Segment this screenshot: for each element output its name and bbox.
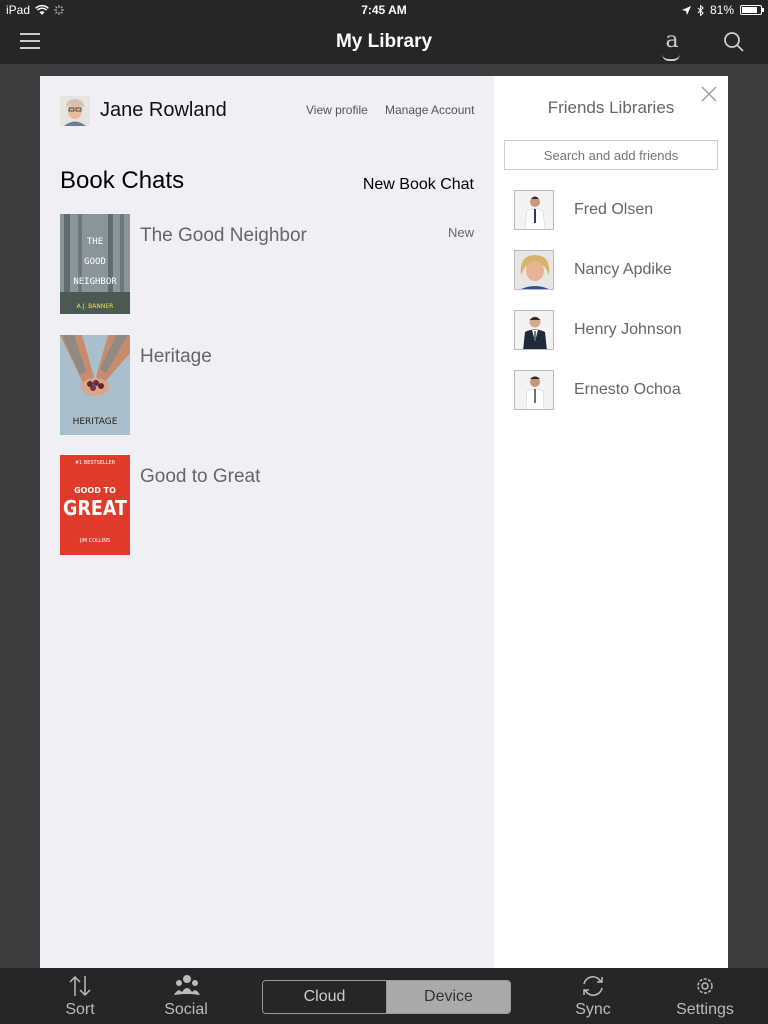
book-chat-title: Heritage xyxy=(140,346,212,367)
book-chat-title: The Good Neighbor xyxy=(140,225,307,246)
friend-name: Henry Johnson xyxy=(574,321,682,338)
people-icon xyxy=(174,975,200,995)
book-chat-item[interactable]: HERITAGE Heritage xyxy=(60,335,494,435)
friends-panel: Friends Libraries Fred Olsen Nancy Apdik… xyxy=(494,76,728,968)
bluetooth-icon xyxy=(697,4,704,16)
device-segment[interactable]: Device xyxy=(387,981,510,1013)
cover-line1: GOOD TO xyxy=(74,486,116,495)
social-modal: Jane Rowland View profile Manage Account… xyxy=(40,76,728,968)
cover-line2: GREAT xyxy=(63,496,127,520)
battery-percent: 81% xyxy=(709,3,734,17)
amazon-icon[interactable]: a xyxy=(660,28,684,61)
tab-sync[interactable]: Sync xyxy=(553,968,633,1024)
tab-sort[interactable]: Sort xyxy=(40,968,120,1024)
tab-settings[interactable]: Settings xyxy=(665,968,745,1024)
nav-bar: My Library a xyxy=(0,20,768,64)
tab-settings-label: Settings xyxy=(676,1001,734,1018)
location-icon xyxy=(681,5,691,15)
view-profile-link[interactable]: View profile xyxy=(306,103,368,117)
gear-icon xyxy=(697,978,713,994)
book-chats-panel: Jane Rowland View profile Manage Account… xyxy=(40,76,494,968)
cover-title-bot: NEIGHBOR xyxy=(73,277,117,287)
manage-account-link[interactable]: Manage Account xyxy=(385,103,474,117)
friend-avatar xyxy=(514,190,554,230)
friend-item[interactable]: Nancy Apdike xyxy=(514,250,724,292)
bottom-tab-bar: Sort Social Cloud Device Sync Settings xyxy=(0,968,768,1024)
tab-social[interactable]: Social xyxy=(146,968,226,1024)
friends-libraries-title: Friends Libraries xyxy=(547,98,675,117)
book-chat-item[interactable]: #1 BESTSELLER GOOD TO GREAT JIM COLLINS … xyxy=(60,455,494,555)
cover-author: JIM COLLINS xyxy=(79,538,110,544)
sync-icon xyxy=(583,976,603,996)
new-badge: New xyxy=(447,225,474,240)
tab-sort-label: Sort xyxy=(65,1001,95,1018)
profile-name: Jane Rowland xyxy=(100,99,227,121)
cover-author: A.J. BANNER xyxy=(77,303,114,310)
status-bar: iPad 7:45 AM 81% xyxy=(0,0,768,20)
page-title: My Library xyxy=(335,31,433,52)
friend-avatar xyxy=(514,250,554,290)
new-book-chat-button[interactable]: New Book Chat xyxy=(363,176,474,194)
cover-title: HERITAGE xyxy=(73,417,118,427)
book-cover-good-to-great: #1 BESTSELLER GOOD TO GREAT JIM COLLINS xyxy=(60,455,130,555)
search-icon[interactable] xyxy=(722,30,746,54)
friend-name: Ernesto Ochoa xyxy=(574,381,681,398)
book-chat-title: Good to Great xyxy=(140,466,261,487)
friend-name: Fred Olsen xyxy=(574,201,654,218)
book-cover-heritage: HERITAGE xyxy=(60,335,130,435)
book-cover-good-neighbor: THE GOOD NEIGHBOR A.J. BANNER xyxy=(60,214,130,314)
friend-avatar xyxy=(514,310,554,350)
book-chats-title: Book Chats xyxy=(60,167,185,194)
close-icon[interactable] xyxy=(701,86,717,102)
cover-title-top: THE xyxy=(87,237,103,247)
friend-item[interactable]: Fred Olsen xyxy=(514,190,724,232)
avatar[interactable] xyxy=(60,96,90,126)
sort-icon xyxy=(69,975,91,997)
cover-title-mid: GOOD xyxy=(84,257,106,267)
friend-item[interactable]: Ernesto Ochoa xyxy=(514,370,724,412)
friend-avatar xyxy=(514,370,554,410)
battery-icon xyxy=(740,5,764,15)
cloud-segment[interactable]: Cloud xyxy=(263,981,387,1013)
friend-name: Nancy Apdike xyxy=(574,261,672,278)
cover-banner: #1 BESTSELLER xyxy=(75,460,116,466)
friend-item[interactable]: Henry Johnson xyxy=(514,310,724,352)
friends-search-input[interactable] xyxy=(504,140,718,170)
status-time: 7:45 AM xyxy=(361,3,407,17)
book-chat-item[interactable]: THE GOOD NEIGHBOR A.J. BANNER The Good N… xyxy=(60,214,494,314)
tab-sync-label: Sync xyxy=(575,1001,611,1018)
status-right: 81% xyxy=(681,3,764,17)
tab-social-label: Social xyxy=(164,1001,208,1018)
cloud-device-toggle: Cloud Device xyxy=(262,980,511,1014)
